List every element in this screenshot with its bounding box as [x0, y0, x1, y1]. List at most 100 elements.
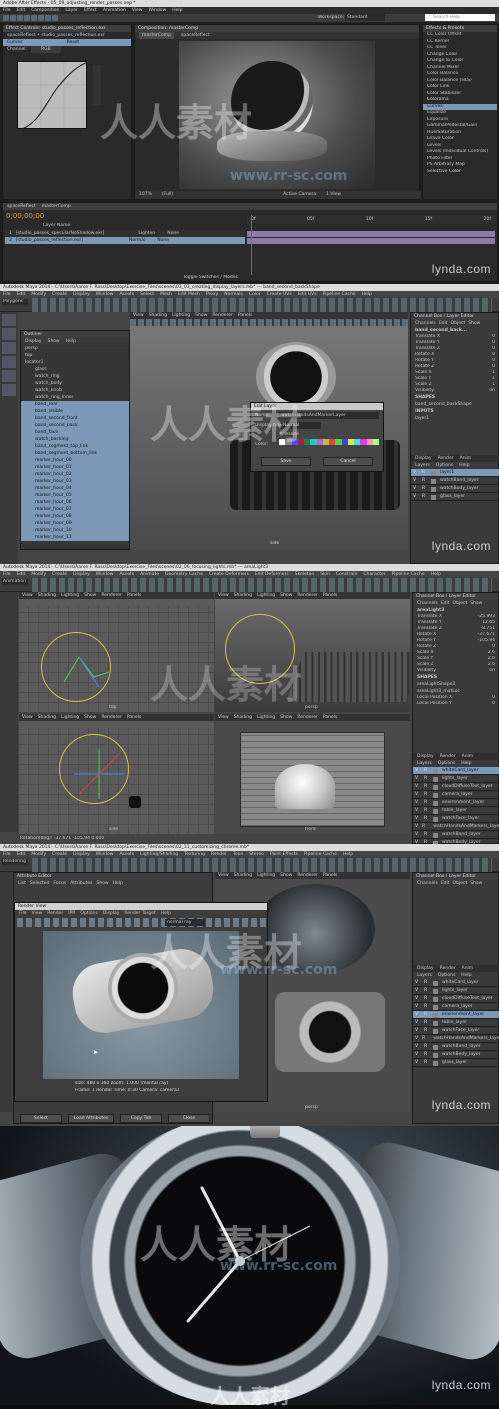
display-layer-row[interactable]: V RwhiteCard_layer: [413, 979, 499, 987]
outliner-item[interactable]: marker_hour_05: [21, 492, 129, 499]
outliner-menu-item[interactable]: Show: [48, 338, 60, 345]
reference-toggle[interactable]: R: [424, 1043, 429, 1050]
viewport-menu-item[interactable]: Renderer: [101, 592, 122, 599]
display-layer-row[interactable]: V RwatchBody_layer: [413, 1051, 499, 1059]
maya2-menu-item[interactable]: Skin: [320, 571, 330, 578]
maya3-menu-item[interactable]: Assets: [119, 851, 134, 858]
display-layer-row[interactable]: V RwatchHandsAndMarkers_layer: [413, 1035, 499, 1043]
text-tool-icon[interactable]: [52, 15, 58, 21]
display-layer-row[interactable]: V Rlights_layer: [413, 987, 499, 995]
light-direction-icon[interactable]: [69, 744, 129, 804]
layer-menu-item[interactable]: Layers: [417, 972, 432, 979]
layer-tab-item[interactable]: Display: [415, 455, 432, 462]
maya1-menu-item[interactable]: Pipeline Cache: [323, 291, 356, 298]
outliner-item[interactable]: marker_hour_06: [21, 499, 129, 506]
maya3-shelf-icons[interactable]: [32, 858, 492, 872]
maya2-menu-item[interactable]: Geometry Cache: [165, 571, 203, 578]
visibility-toggle[interactable]: V: [415, 1027, 420, 1034]
pen-tool-icon[interactable]: [45, 15, 51, 21]
maya1-mode-select[interactable]: Polygons: [2, 299, 28, 305]
layer-menu-item[interactable]: Layers: [415, 462, 430, 469]
visibility-toggle[interactable]: V: [415, 1019, 420, 1026]
outliner-item[interactable]: locator1: [21, 359, 129, 366]
maya2-menu-item[interactable]: Create Deformers: [209, 571, 249, 578]
outliner-item[interactable]: watch_knob: [21, 387, 129, 394]
channel-box-menu-item[interactable]: Edit: [441, 880, 450, 887]
outliner-menu-item[interactable]: Help: [66, 338, 76, 345]
workspace-select[interactable]: Standard: [345, 14, 385, 21]
visibility-toggle[interactable]: V: [415, 831, 420, 838]
outliner-item[interactable]: marker_hour_00: [21, 457, 129, 464]
lasso-tool-icon[interactable]: [2, 328, 16, 340]
maya1-menu-item[interactable]: Display: [73, 291, 90, 298]
outliner-menu-item[interactable]: Display: [25, 338, 42, 345]
viewport-menu-item[interactable]: Shading: [149, 312, 167, 319]
viewport-menu-item[interactable]: Show: [84, 592, 96, 599]
ae-menu-item[interactable]: Window: [149, 7, 167, 14]
viewport-menu-item[interactable]: Renderer: [297, 714, 318, 721]
comp-subtab-spacereflect[interactable]: spaceReflect: [178, 32, 213, 39]
reference-toggle[interactable]: R: [424, 1051, 429, 1058]
channel-box-menu-item[interactable]: Show: [470, 880, 482, 887]
render-view-menu-item[interactable]: File: [19, 910, 27, 917]
reference-toggle[interactable]: R: [424, 987, 429, 994]
maya3-menu-item[interactable]: Render: [211, 851, 227, 858]
display-layer-row[interactable]: V RwatchHandsAndMarkers_layer: [413, 823, 499, 831]
maya3-menu-item[interactable]: Pipeline Cache: [304, 851, 337, 858]
maya1-menu-item[interactable]: Help: [362, 291, 372, 298]
ruler-tick-item[interactable]: 15f: [425, 215, 432, 224]
viewport-menu-item[interactable]: Lighting: [257, 714, 275, 721]
channel-box-menu-item[interactable]: Channels: [417, 880, 438, 887]
visibility-toggle[interactable]: V: [415, 1051, 420, 1058]
close-button[interactable]: Close: [168, 1114, 210, 1123]
visibility-toggle[interactable]: V: [415, 823, 418, 830]
outliner-item[interactable]: band_segment_bottom_link: [21, 450, 129, 457]
maya3-menu-item[interactable]: File: [3, 851, 11, 858]
visibility-toggle[interactable]: V: [415, 1011, 420, 1018]
shape-name[interactable]: areaLight3_matLoc: [413, 688, 498, 695]
reference-toggle[interactable]: R: [424, 1059, 429, 1066]
viewport-menu-item[interactable]: Panels: [323, 872, 337, 879]
scale-tool-icon[interactable]: [2, 384, 16, 396]
outliner-item[interactable]: band_second_back: [21, 422, 129, 429]
channel-box-object[interactable]: areaLight3: [413, 607, 498, 614]
layer-tab-item[interactable]: Anim: [462, 965, 474, 972]
display-layer-row[interactable]: V RwatchBody_layer: [411, 485, 499, 493]
display-layer-row[interactable]: V RwatchFace_layer: [413, 815, 499, 823]
display-layer-row[interactable]: V Rtable_layer: [413, 1019, 499, 1027]
outliner-item[interactable]: marker_hour_01: [21, 464, 129, 471]
channel-select[interactable]: RGB: [31, 46, 61, 53]
ae-menu-item[interactable]: File: [3, 7, 11, 14]
outliner-item[interactable]: marker_hour_11: [21, 534, 129, 541]
playhead-indicator[interactable]: [251, 215, 252, 275]
display-layer-row[interactable]: V RwatchBand_layer: [413, 831, 499, 839]
maya2-menu-item[interactable]: Skeleton: [295, 571, 314, 578]
display-layer-row[interactable]: V Rcamera_layer: [413, 791, 499, 799]
maya3-menu-item[interactable]: Paint Effects: [270, 851, 298, 858]
reference-toggle[interactable]: R: [424, 815, 429, 822]
display-layer-row[interactable]: V Rglass_layer: [413, 1059, 499, 1067]
viewport-menu-item[interactable]: Shading: [234, 592, 252, 599]
attribute-value[interactable]: on: [489, 668, 495, 674]
maya3-mode-select[interactable]: Rendering: [2, 859, 28, 865]
viewport-menu-item[interactable]: Show: [195, 312, 207, 319]
viewport-menu-item[interactable]: Lighting: [61, 714, 79, 721]
ruler-tick-item[interactable]: 20f: [484, 215, 491, 224]
attribute-editor-menu-item[interactable]: List: [18, 880, 26, 887]
viewport-menu-item[interactable]: View: [133, 312, 144, 319]
visibility-toggle[interactable]: V: [415, 1035, 418, 1042]
display-layer-row[interactable]: V RwatchBand_layer: [413, 1043, 499, 1051]
camera-tool-icon[interactable]: [31, 15, 37, 21]
maya1-menu-item[interactable]: Normals: [224, 291, 243, 298]
maya3-menu-item[interactable]: Create: [52, 851, 67, 858]
ruler-tick-item[interactable]: 05f: [307, 215, 314, 224]
maya3-menu-item[interactable]: Texturing: [184, 851, 205, 858]
outliner-item[interactable]: marker_hour_07: [21, 506, 129, 513]
channel-box-menu-item[interactable]: Show: [470, 600, 482, 607]
maya3-menu-item[interactable]: Edit: [17, 851, 26, 858]
curves-effect-label[interactable]: Curves: [7, 39, 23, 46]
maya2-menu-item[interactable]: Animate: [140, 571, 159, 578]
attribute-editor-menu-item[interactable]: Selected: [30, 880, 50, 887]
viewport-menu-item[interactable]: Panels: [238, 312, 252, 319]
channel-box-menu-item[interactable]: Channels: [415, 320, 436, 327]
